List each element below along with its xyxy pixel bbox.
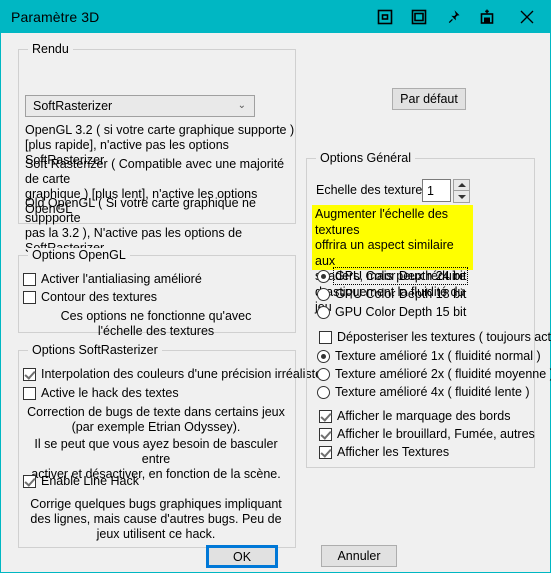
radio-selected-icon bbox=[317, 349, 330, 363]
radio-icon bbox=[317, 287, 330, 301]
checkbox-deposteriser-textures-label: Déposteriser les textures ( toujours act… bbox=[337, 330, 551, 344]
radio-texture-1x-label: Texture amélioré 1x ( fluidité normal ) bbox=[335, 349, 541, 363]
texture-scale-input[interactable]: 1 bbox=[422, 179, 451, 202]
checkbox-antialiasing-label: Activer l'antialiasing amélioré bbox=[41, 272, 202, 286]
save-screenshot-icon[interactable] bbox=[470, 1, 504, 33]
checkbox-hack-textes[interactable]: Active le hack des textes bbox=[23, 386, 179, 400]
checkbox-box-checked-icon bbox=[319, 445, 332, 459]
radio-selected-icon bbox=[317, 269, 330, 283]
softrasterizer-note-1: Correction de bugs de texte dans certain… bbox=[27, 405, 285, 434]
radio-icon bbox=[317, 385, 330, 399]
checkbox-enable-line-hack[interactable]: Enable Line Hack bbox=[23, 474, 139, 488]
checkbox-box-icon bbox=[23, 386, 36, 400]
radio-icon bbox=[317, 367, 330, 381]
checkbox-marquage-bords-label: Afficher le marquage des bords bbox=[337, 409, 511, 423]
radio-texture-2x[interactable]: Texture amélioré 2x ( fluidité moyenne ) bbox=[317, 367, 551, 381]
checkbox-brouillard-fumee[interactable]: Afficher le brouillard, Fumée, autres bbox=[319, 427, 535, 441]
title-bar-buttons bbox=[368, 1, 550, 33]
radio-gpu-color-depth-24[interactable]: GPU Color Depth 24 bit bbox=[317, 267, 469, 285]
checkbox-afficher-textures-label: Afficher les Textures bbox=[337, 445, 450, 459]
texture-scale-stepper[interactable] bbox=[453, 179, 470, 203]
stepper-down-button[interactable] bbox=[453, 191, 470, 203]
checkbox-interpolation-couleurs[interactable]: Interpolation des couleurs d'une précisi… bbox=[23, 367, 322, 381]
texture-scale-warning: Augmenter l'échelle des textures offrira… bbox=[312, 205, 473, 314]
checkbox-interpolation-couleurs-label: Interpolation des couleurs d'une précisi… bbox=[41, 367, 323, 381]
checkbox-box-checked-icon bbox=[23, 367, 36, 381]
default-button[interactable]: Par défaut bbox=[392, 88, 466, 110]
checkbox-brouillard-fumee-label: Afficher le brouillard, Fumée, autres bbox=[337, 427, 535, 441]
chevron-down-icon: ⌄ bbox=[237, 100, 246, 111]
window-title: Paramètre 3D bbox=[11, 9, 100, 25]
checkbox-box-checked-icon bbox=[319, 409, 332, 423]
options-opengl-note: Ces options ne fonctionne qu'avec l'éche… bbox=[60, 309, 252, 338]
pin-icon[interactable] bbox=[436, 1, 470, 33]
group-options-opengl-label: Options OpenGL bbox=[28, 248, 130, 262]
settings-window: Paramètre 3D Rendu SoftRasterizer ⌄ Open… bbox=[0, 0, 551, 573]
texture-scale-value: 1 bbox=[427, 183, 434, 198]
close-button[interactable] bbox=[504, 1, 550, 33]
checkbox-contour-textures-label: Contour des textures bbox=[41, 290, 158, 304]
checkbox-deposteriser-textures[interactable]: Déposteriser les textures ( toujours act… bbox=[319, 330, 551, 344]
cancel-button-label: Annuler bbox=[337, 549, 381, 563]
ok-button[interactable]: OK bbox=[206, 545, 278, 568]
radio-texture-4x[interactable]: Texture amélioré 4x ( fluidité lente ) bbox=[317, 385, 530, 399]
checkbox-box-icon bbox=[23, 290, 36, 304]
radio-gpu-color-depth-15-label: GPU Color Depth 15 bit bbox=[335, 305, 467, 319]
checkbox-box-icon bbox=[23, 272, 36, 286]
checkbox-contour-textures[interactable]: Contour des textures bbox=[23, 290, 157, 304]
radio-texture-1x[interactable]: Texture amélioré 1x ( fluidité normal ) bbox=[317, 349, 541, 363]
stepper-up-button[interactable] bbox=[453, 179, 470, 191]
client-area: Rendu SoftRasterizer ⌄ OpenGL 3.2 ( si v… bbox=[1, 33, 551, 572]
checkbox-marquage-bords[interactable]: Afficher le marquage des bords bbox=[319, 409, 510, 423]
checkbox-hack-textes-label: Active le hack des textes bbox=[41, 386, 179, 400]
group-rendu-label: Rendu bbox=[28, 42, 73, 56]
radio-gpu-color-depth-18-label: GPU Color Depth 18 bit bbox=[335, 287, 467, 301]
default-button-label: Par défaut bbox=[400, 92, 458, 106]
checkbox-box-icon bbox=[319, 330, 332, 344]
triangle-down-icon bbox=[457, 194, 466, 199]
checkbox-box-checked-icon bbox=[23, 474, 36, 488]
rendu-desc-old-opengl: Old OpenGL ( Si votre carte graphique ne… bbox=[25, 196, 256, 255]
renderer-combobox[interactable]: SoftRasterizer ⌄ bbox=[25, 95, 255, 117]
texture-scale-label: Echelle des textures bbox=[316, 183, 429, 197]
checkbox-box-checked-icon bbox=[319, 427, 332, 441]
radio-texture-2x-label: Texture amélioré 2x ( fluidité moyenne ) bbox=[335, 367, 551, 381]
softrasterizer-note-3: Corrige quelques bugs graphiques impliqu… bbox=[30, 497, 282, 541]
radio-gpu-color-depth-24-label: GPU Color Depth 24 bit bbox=[332, 267, 469, 285]
cancel-button[interactable]: Annuler bbox=[321, 545, 397, 567]
triangle-up-icon bbox=[457, 183, 466, 187]
restore-small-icon[interactable] bbox=[368, 1, 402, 33]
checkbox-antialiasing[interactable]: Activer l'antialiasing amélioré bbox=[23, 272, 202, 286]
renderer-combobox-value: SoftRasterizer bbox=[33, 99, 113, 113]
checkbox-afficher-textures[interactable]: Afficher les Textures bbox=[319, 445, 449, 459]
radio-gpu-color-depth-18[interactable]: GPU Color Depth 18 bit bbox=[317, 287, 466, 301]
radio-gpu-color-depth-15[interactable]: GPU Color Depth 15 bit bbox=[317, 305, 466, 319]
ok-button-label: OK bbox=[232, 549, 252, 564]
group-options-softrasterizer-label: Options SoftRasterizer bbox=[28, 343, 162, 357]
maximize-icon[interactable] bbox=[402, 1, 436, 33]
group-options-general-label: Options Général bbox=[316, 151, 416, 165]
checkbox-enable-line-hack-label: Enable Line Hack bbox=[41, 474, 139, 488]
radio-icon bbox=[317, 305, 330, 319]
title-bar: Paramètre 3D bbox=[1, 1, 550, 33]
radio-texture-4x-label: Texture amélioré 4x ( fluidité lente ) bbox=[335, 385, 530, 399]
